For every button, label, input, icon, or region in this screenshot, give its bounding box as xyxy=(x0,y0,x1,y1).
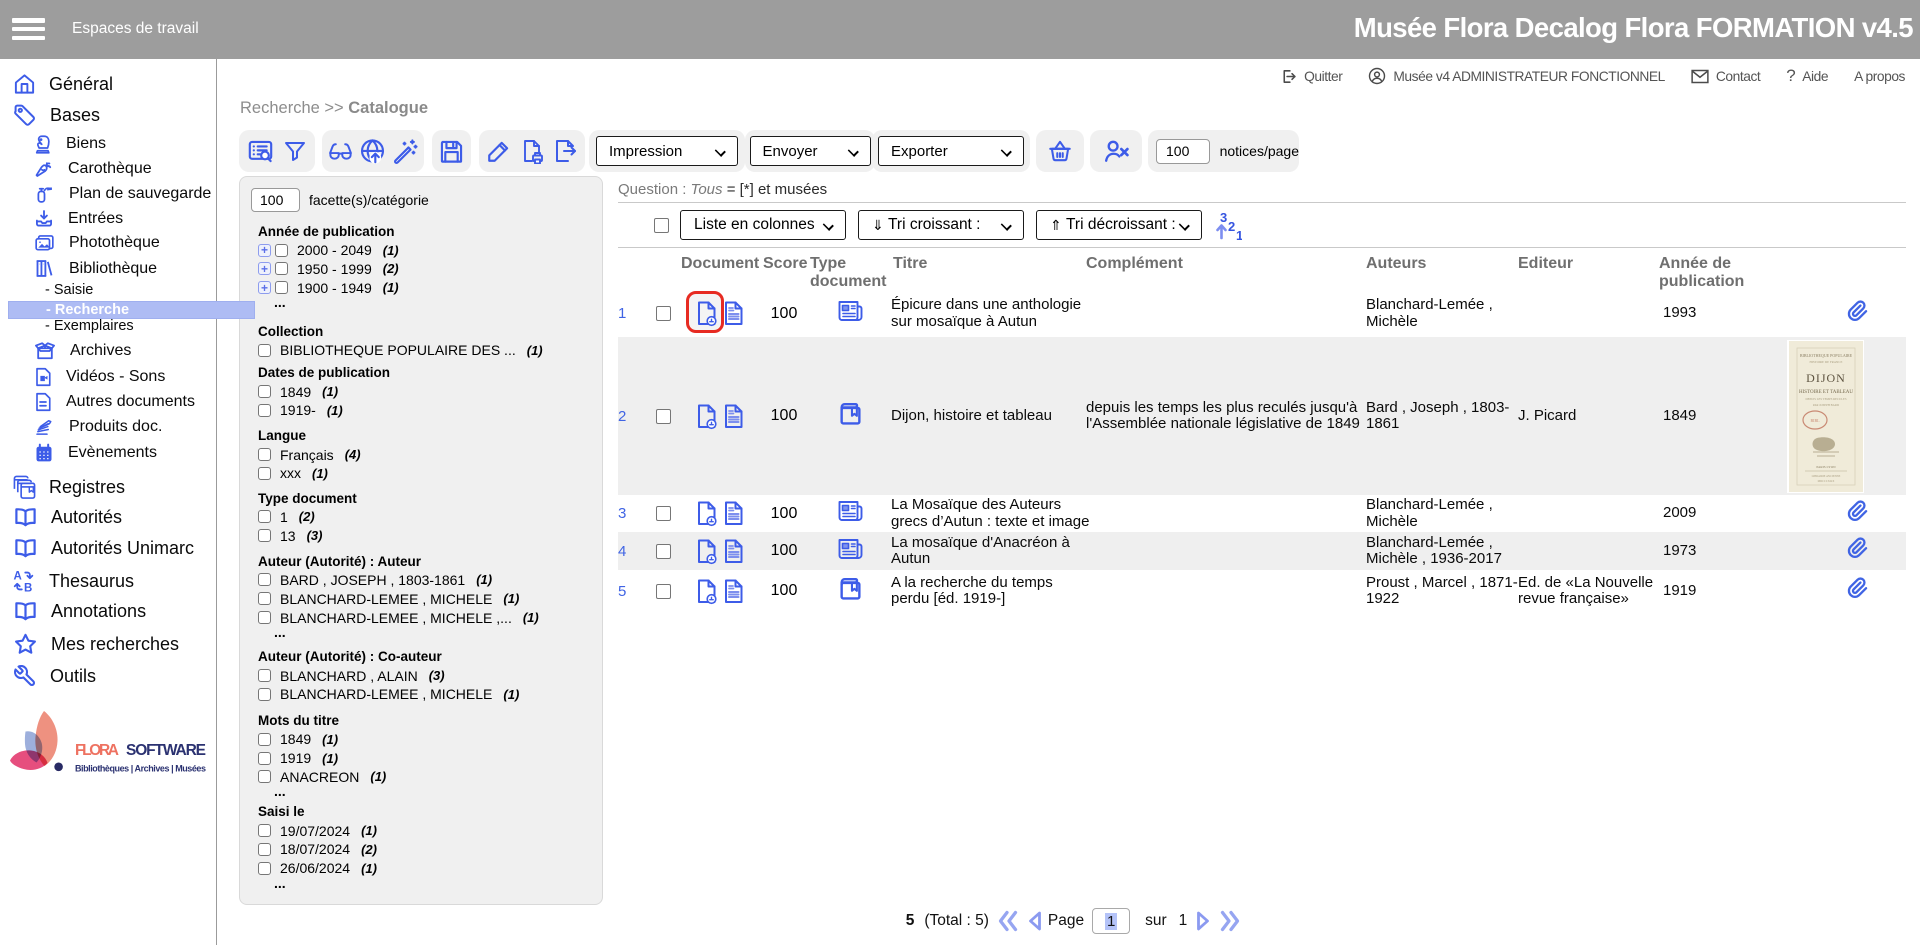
svg-text:FLORA: FLORA xyxy=(75,742,119,759)
svg-text:PARIS LYON: PARIS LYON xyxy=(1816,465,1836,469)
svg-text:PAR JOSEPH BARD: PAR JOSEPH BARD xyxy=(1813,403,1840,407)
svg-text:1: 1 xyxy=(1236,228,1242,240)
svg-text:A: A xyxy=(13,571,21,583)
svg-text:B: B xyxy=(24,583,32,593)
svg-text:HISTOIRE ET TABLEAU: HISTOIRE ET TABLEAU xyxy=(1799,390,1853,395)
svg-text:BIBL: BIBL xyxy=(1810,418,1820,423)
svg-text:SOFTWARE: SOFTWARE xyxy=(126,742,206,759)
svg-text:Bibliothèques | Archives | Mus: Bibliothèques | Archives | Musées xyxy=(75,764,206,774)
svg-text:2: 2 xyxy=(1228,219,1235,234)
svg-text:HISTOIRE DE FRANCE: HISTOIRE DE FRANCE xyxy=(1810,360,1843,364)
svg-text:BIBLIOTHEQUE POPULAIRE: BIBLIOTHEQUE POPULAIRE xyxy=(1800,353,1853,358)
svg-text:LIBRAIRIE ANCIENNE: LIBRAIRIE ANCIENNE xyxy=(1812,475,1841,478)
svg-text:MDCCCXLIX: MDCCCXLIX xyxy=(1818,480,1835,483)
svg-text:3: 3 xyxy=(1220,210,1227,225)
svg-text:DIJON: DIJON xyxy=(1806,371,1846,385)
svg-text:DEPUIS LES TEMPS RECULES: DEPUIS LES TEMPS RECULES xyxy=(1805,397,1846,401)
